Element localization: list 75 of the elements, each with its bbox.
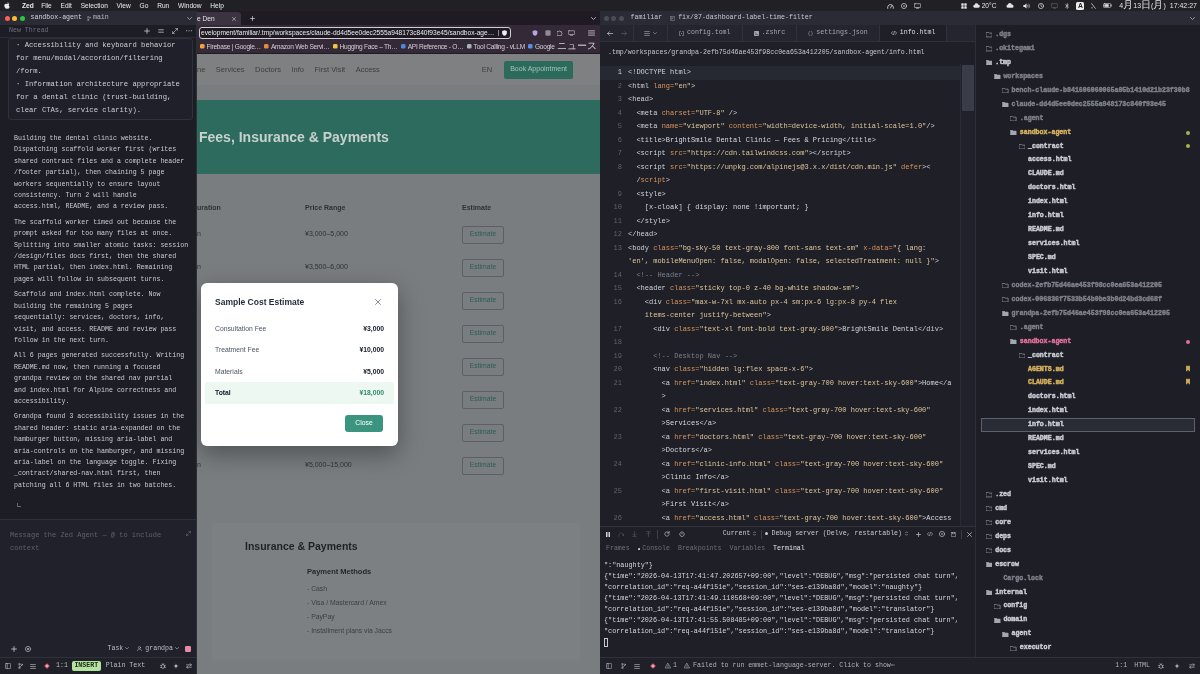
terminal-cursor xyxy=(604,638,608,647)
close-icon[interactable] xyxy=(967,531,972,537)
status-dot-icon xyxy=(765,532,769,536)
lines-icon[interactable] xyxy=(158,29,164,33)
branch-icon[interactable] xyxy=(18,663,23,669)
swap-icon[interactable] xyxy=(186,663,192,669)
panel-icon[interactable] xyxy=(606,663,612,669)
back-arrow-icon[interactable] xyxy=(607,30,613,36)
battery-icon[interactable] xyxy=(1103,3,1113,8)
bug-icon[interactable] xyxy=(1158,663,1164,669)
chevron-down-icon xyxy=(125,647,130,650)
up-down-chevron-icon xyxy=(905,531,908,537)
power-icon[interactable] xyxy=(679,531,685,537)
target-icon[interactable] xyxy=(25,645,31,652)
chevron-down-icon[interactable] xyxy=(591,16,596,20)
apple-icon[interactable] xyxy=(4,2,10,9)
ring-icon[interactable] xyxy=(900,2,907,9)
slash-icon[interactable] xyxy=(1091,2,1097,9)
branch-icon xyxy=(670,15,676,21)
swap-icon[interactable] xyxy=(1189,663,1195,669)
shield-icon[interactable] xyxy=(502,29,507,36)
zoom-window-icon[interactable] xyxy=(19,15,25,21)
plus-icon[interactable] xyxy=(144,28,150,34)
close-icon[interactable] xyxy=(375,299,381,305)
modal-title: Sample Cost Estimate xyxy=(215,295,305,309)
close-window-icon[interactable] xyxy=(4,15,10,21)
plus-icon[interactable] xyxy=(11,645,17,652)
code-icon xyxy=(890,31,897,35)
clock-icon[interactable] xyxy=(1038,2,1045,9)
pause-icon[interactable] xyxy=(606,531,610,537)
section-heading: Insurance & Payments xyxy=(245,540,359,553)
list-icon[interactable] xyxy=(30,663,36,669)
shield-icon[interactable] xyxy=(532,29,538,36)
up-down-chevron-icon xyxy=(753,531,757,537)
square-icon[interactable] xyxy=(545,29,551,36)
chevron-down-icon[interactable] xyxy=(187,16,192,20)
plus-icon[interactable] xyxy=(916,531,921,537)
warning-icon xyxy=(683,663,690,669)
chevron-down-icon[interactable] xyxy=(1190,16,1195,20)
minimize-window-icon[interactable] xyxy=(12,15,17,21)
ring-icon[interactable] xyxy=(939,531,945,537)
branch-icon xyxy=(86,15,91,21)
save-icon[interactable] xyxy=(951,531,956,537)
circular-arrow-icon[interactable] xyxy=(664,531,670,537)
branch-icon[interactable] xyxy=(621,663,626,669)
bluetooth-icon[interactable] xyxy=(1065,2,1070,9)
terminal-icon xyxy=(753,30,759,36)
menu-icon[interactable] xyxy=(588,29,595,36)
cloud-icon[interactable] xyxy=(972,3,980,8)
chevron-down-icon xyxy=(175,647,179,650)
diamond-icon[interactable] xyxy=(44,663,50,669)
grid-icon[interactable] xyxy=(960,2,967,9)
warning-icon xyxy=(665,663,671,669)
expand-icon[interactable] xyxy=(172,28,178,34)
sparkle-icon[interactable] xyxy=(173,663,179,669)
page-title: Fees, Insurance & Payments xyxy=(199,127,389,147)
cloud-icon[interactable] xyxy=(1006,3,1015,8)
list-icon[interactable] xyxy=(644,30,650,36)
corner-icon xyxy=(17,503,21,508)
bug-icon[interactable] xyxy=(160,663,166,669)
list-icon[interactable] xyxy=(634,663,640,669)
person-icon xyxy=(137,646,143,651)
sparkle-icon[interactable] xyxy=(1174,663,1180,669)
code-icon[interactable] xyxy=(927,532,933,536)
brackets-icon xyxy=(679,30,684,36)
diamond-icon[interactable] xyxy=(650,663,656,669)
stop-icon[interactable] xyxy=(185,645,191,652)
chevron-down-icon[interactable] xyxy=(653,31,657,35)
panel-icon[interactable] xyxy=(5,663,11,669)
gauge-icon[interactable] xyxy=(886,2,894,9)
braces-icon xyxy=(808,30,814,36)
puzzle-icon[interactable] xyxy=(557,29,563,36)
plus-icon[interactable] xyxy=(250,15,255,21)
speaker-icon[interactable] xyxy=(1023,2,1031,9)
scrollbar-thumb[interactable] xyxy=(962,65,974,111)
